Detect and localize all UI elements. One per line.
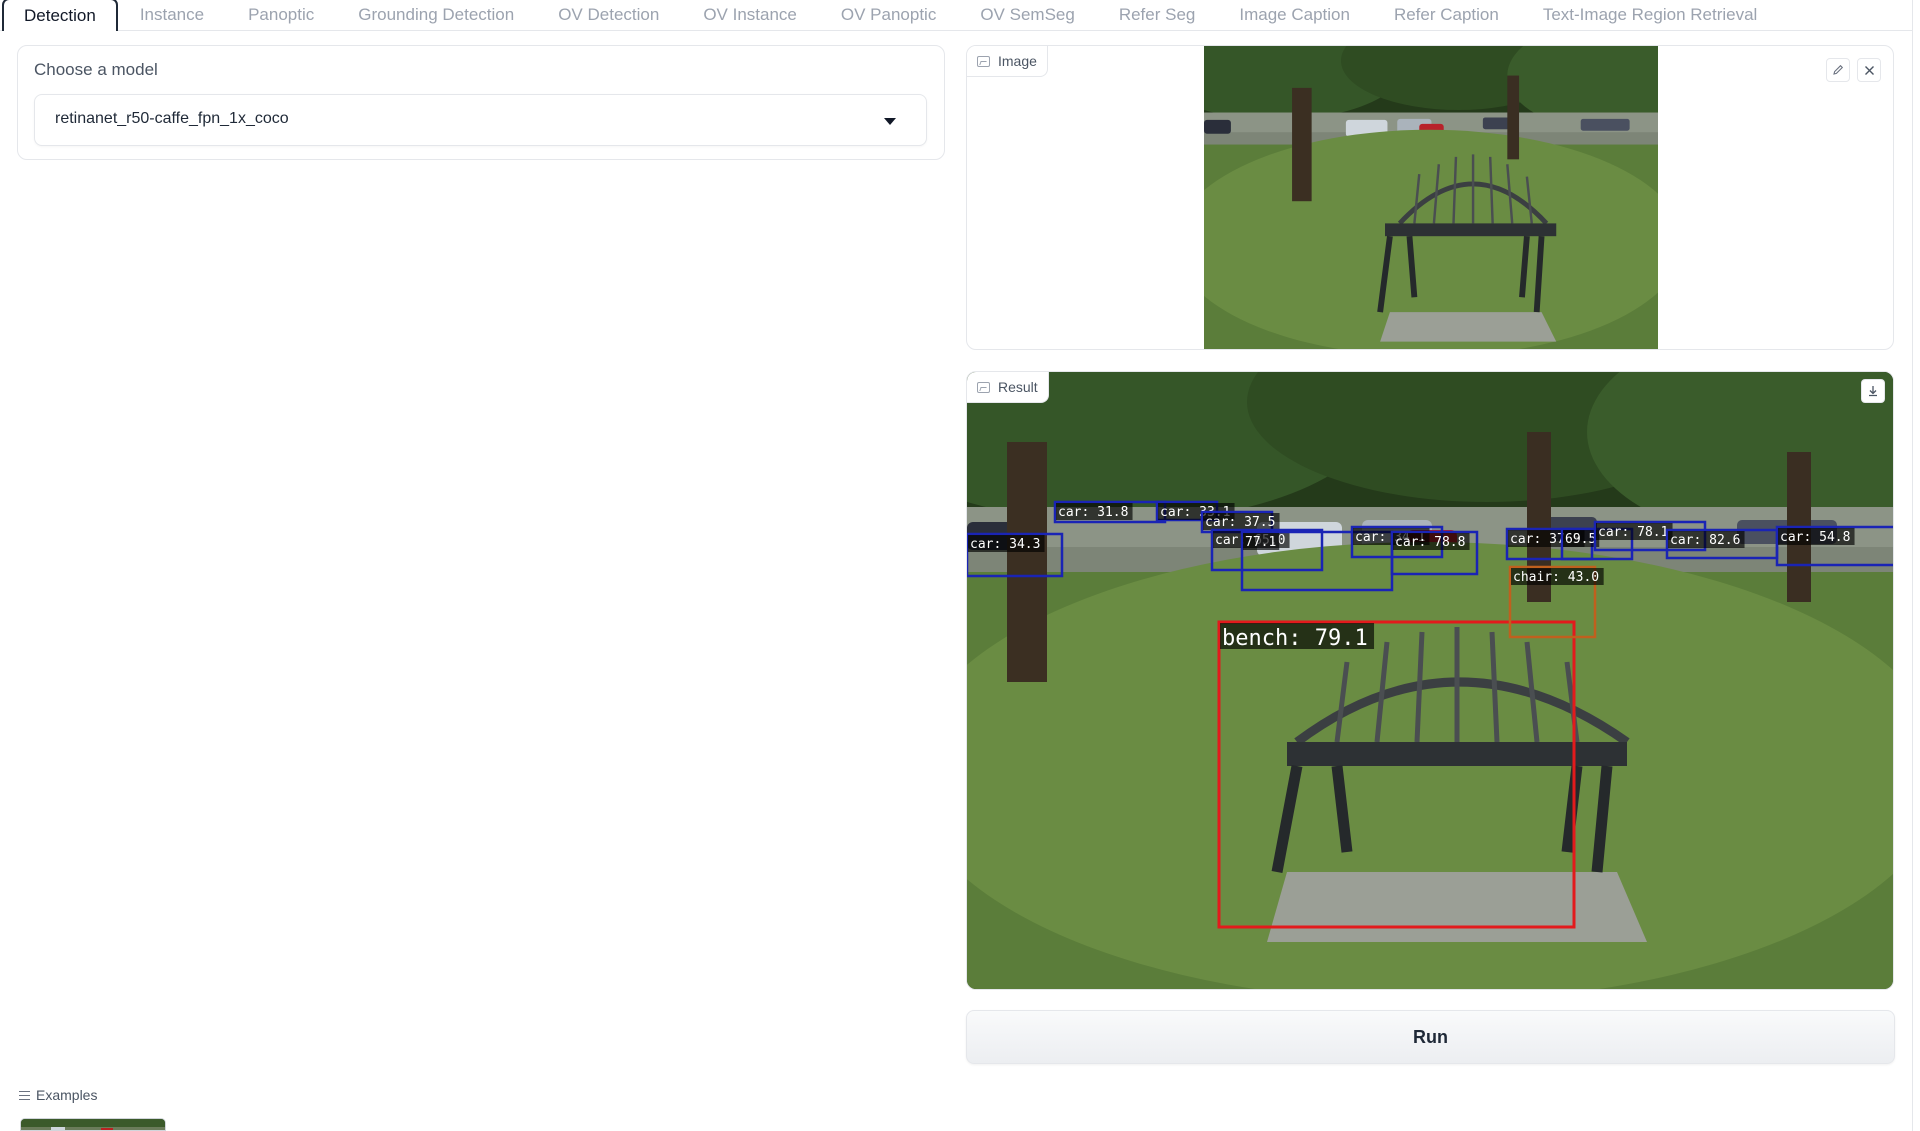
detection-label: 77.1 [1245, 535, 1276, 550]
result-panel-label: Result [998, 379, 1038, 395]
detection-label: car: 34.3 [970, 537, 1040, 552]
result-panel-badge: Result [967, 372, 1049, 403]
close-icon[interactable] [1857, 58, 1881, 82]
image-panel-label: Image [998, 53, 1037, 69]
detection-label: car: 31.8 [1058, 505, 1128, 520]
input-image [1204, 46, 1658, 349]
tab-ov-semseg[interactable]: OV SemSeg [958, 0, 1097, 30]
tab-panoptic[interactable]: Panoptic [226, 0, 336, 30]
chevron-down-icon [884, 118, 896, 125]
tab-ov-panoptic[interactable]: OV Panoptic [819, 0, 958, 30]
detection-label: bench: 79.1 [1222, 626, 1368, 651]
tab-ov-instance[interactable]: OV Instance [681, 0, 819, 30]
detection-label: car: 82.6 [1670, 533, 1740, 548]
detection-label: car: 37.5 [1205, 515, 1275, 530]
download-icon[interactable] [1861, 379, 1885, 403]
tab-ov-detection[interactable]: OV Detection [536, 0, 681, 30]
tab-grounding-detection[interactable]: Grounding Detection [336, 0, 536, 30]
example-thumbnail[interactable] [20, 1118, 166, 1131]
examples-header: Examples [19, 1087, 97, 1103]
model-label: Choose a model [34, 60, 158, 79]
tab-text-image-region-retrieval[interactable]: Text-Image Region Retrieval [1521, 0, 1779, 30]
detection-label: car: 78.1 [1598, 525, 1668, 540]
result-image: bench: 79.1 chair: 43.0 car: 34.3 car: 31.8… [967, 372, 1893, 989]
tab-image-caption[interactable]: Image Caption [1217, 0, 1372, 30]
detection-label: car: 78.8 [1395, 535, 1465, 550]
example-image [21, 1119, 165, 1130]
result-panel: Result bench: 79.1 chair: 43.0 car: 34.3… [966, 371, 1894, 990]
list-icon [19, 1090, 30, 1100]
image-input-panel: Image [966, 45, 1894, 350]
tab-instance[interactable]: Instance [118, 0, 226, 30]
task-tabs: Detection Instance Panoptic Grounding De… [0, 0, 1913, 31]
model-selected-value: retinanet_r50-caffe_fpn_1x_coco [55, 110, 289, 127]
detection-label: 69.5 [1565, 532, 1596, 547]
image-panel-badge: Image [967, 46, 1048, 77]
model-dropdown[interactable]: retinanet_r50-caffe_fpn_1x_coco [34, 94, 927, 146]
detection-label: car: 54.8 [1780, 530, 1850, 545]
image-icon [977, 381, 990, 393]
tab-refer-caption[interactable]: Refer Caption [1372, 0, 1521, 30]
pencil-icon[interactable] [1826, 58, 1850, 82]
tab-detection[interactable]: Detection [2, 0, 118, 31]
tab-refer-seg[interactable]: Refer Seg [1097, 0, 1218, 30]
detection-label: chair: 43.0 [1513, 570, 1599, 585]
examples-label: Examples [36, 1087, 98, 1103]
image-icon [977, 55, 990, 67]
run-button[interactable]: Run [966, 1010, 1895, 1064]
model-chooser: Choose a model retinanet_r50-caffe_fpn_1… [17, 45, 945, 160]
